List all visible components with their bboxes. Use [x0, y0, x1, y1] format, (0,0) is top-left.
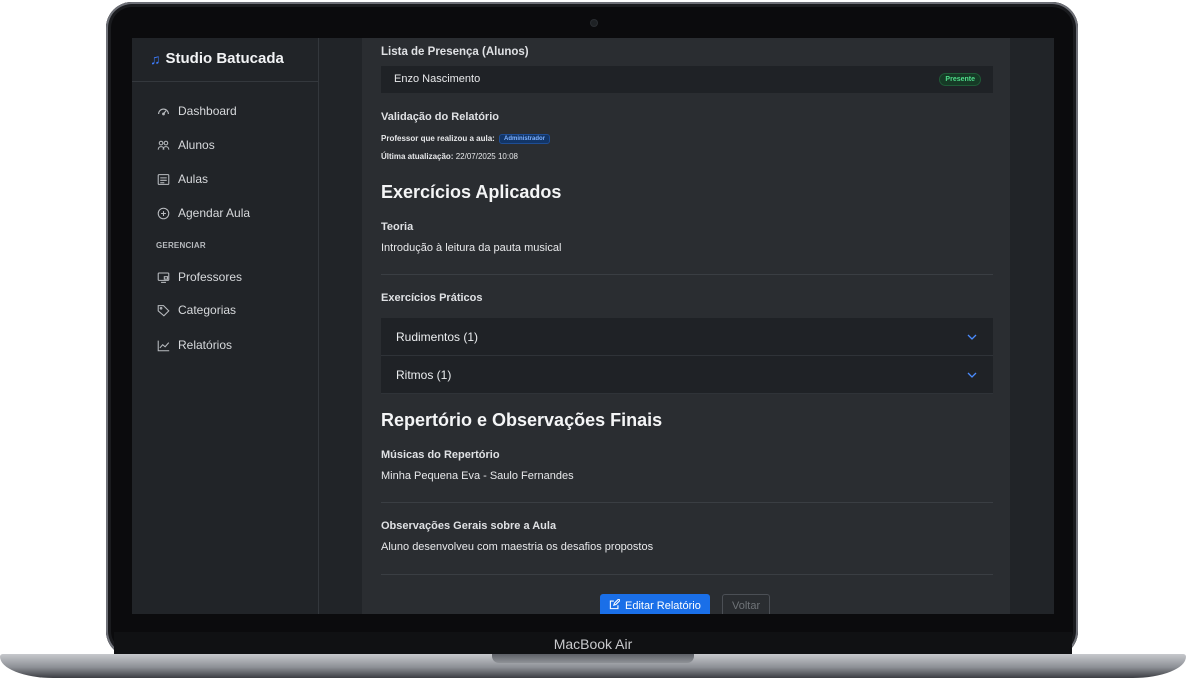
attendance-row: Enzo Nascimento Presente: [381, 66, 993, 93]
updated-value: 22/07/2025 10:08: [455, 152, 518, 161]
role-badge: Administrador: [499, 134, 551, 144]
divider: [381, 502, 993, 503]
edit-icon: [609, 598, 621, 613]
sidebar-item-categorias[interactable]: Categorias: [156, 303, 236, 317]
status-badge: Presente: [939, 73, 981, 86]
sidebar-item-label: Dashboard: [178, 104, 237, 118]
accordion-ritmos[interactable]: Ritmos (1): [381, 356, 993, 394]
app-screen: ♫ Studio Batucada Dashboard Alunos Aulas: [132, 38, 1054, 614]
edit-report-button[interactable]: Editar Relatório: [600, 594, 710, 614]
calendar-list-icon: [156, 172, 170, 186]
student-name: Enzo Nascimento: [394, 73, 481, 85]
sidebar-section-label: GERENCIAR: [156, 241, 206, 250]
sidebar: ♫ Studio Batucada Dashboard Alunos Aulas: [132, 38, 319, 614]
music-note-icon: ♫: [150, 50, 161, 67]
divider: [381, 574, 993, 575]
app-name: Studio Batucada: [165, 50, 284, 67]
songs-text: Minha Pequena Eva - Saulo Fernandes: [381, 470, 574, 482]
sidebar-item-label: Agendar Aula: [178, 206, 251, 220]
notes-text: Aluno desenvolveu com maestria os desafi…: [381, 541, 654, 553]
sidebar-item-dashboard[interactable]: Dashboard: [156, 104, 237, 118]
back-button[interactable]: Voltar: [722, 594, 771, 614]
accordion-rudimentos[interactable]: Rudimentos (1): [381, 318, 993, 356]
tag-icon: [156, 303, 170, 317]
notes-label: Observações Gerais sobre a Aula: [381, 520, 557, 532]
chevron-down-icon[interactable]: [966, 368, 978, 380]
app-logo[interactable]: ♫ Studio Batucada: [150, 50, 284, 67]
sidebar-item-professores[interactable]: Professores: [156, 270, 242, 284]
sidebar-divider: [132, 81, 318, 82]
plus-circle-icon: [156, 206, 170, 220]
sidebar-item-label: Professores: [178, 270, 243, 284]
sidebar-item-label: Alunos: [178, 138, 215, 152]
content-gutter-left: [319, 38, 362, 614]
content-gutter-right: [1010, 38, 1054, 614]
updated-label: Última atualização:: [381, 152, 454, 161]
sidebar-item-relatorios[interactable]: Relatórios: [156, 338, 232, 352]
accordion-label: Rudimentos (1): [396, 329, 479, 344]
chevron-down-icon[interactable]: [966, 330, 978, 342]
repertoire-title: Repertório e Observações Finais: [381, 410, 663, 430]
updated-line: Última atualização: 22/07/2025 10:08: [381, 152, 518, 161]
dashboard-icon: [156, 104, 170, 118]
edit-report-label: Editar Relatório: [625, 600, 701, 612]
theory-label: Teoria: [381, 221, 414, 233]
sidebar-item-label: Relatórios: [178, 338, 233, 352]
validation-title: Validação do Relatório: [381, 111, 499, 123]
users-icon: [156, 138, 170, 152]
laptop-notch: [492, 654, 694, 663]
songs-label: Músicas do Repertório: [381, 449, 500, 461]
attendance-title: Lista de Presença (Alunos): [381, 46, 529, 58]
teacher-label: Professor que realizou a aula:: [381, 134, 495, 144]
theory-text: Introdução à leitura da pauta musical: [381, 242, 562, 254]
monitor-icon: [156, 270, 170, 284]
practical-label: Exercícios Práticos: [381, 292, 483, 304]
sidebar-item-label: Aulas: [178, 172, 209, 186]
exercises-title: Exercícios Aplicados: [381, 182, 562, 202]
accordion-label: Ritmos (1): [396, 367, 452, 382]
sidebar-item-label: Categorias: [178, 303, 237, 317]
chart-line-icon: [156, 338, 170, 352]
sidebar-item-aulas[interactable]: Aulas: [156, 172, 208, 186]
device-label: MacBook Air: [553, 636, 633, 652]
teacher-line: Professor que realizou a aula: Administr…: [381, 134, 551, 144]
sidebar-item-agendar-aula[interactable]: Agendar Aula: [156, 206, 250, 220]
camera-icon: [591, 20, 597, 26]
sidebar-item-alunos[interactable]: Alunos: [156, 138, 215, 152]
divider: [381, 274, 993, 275]
